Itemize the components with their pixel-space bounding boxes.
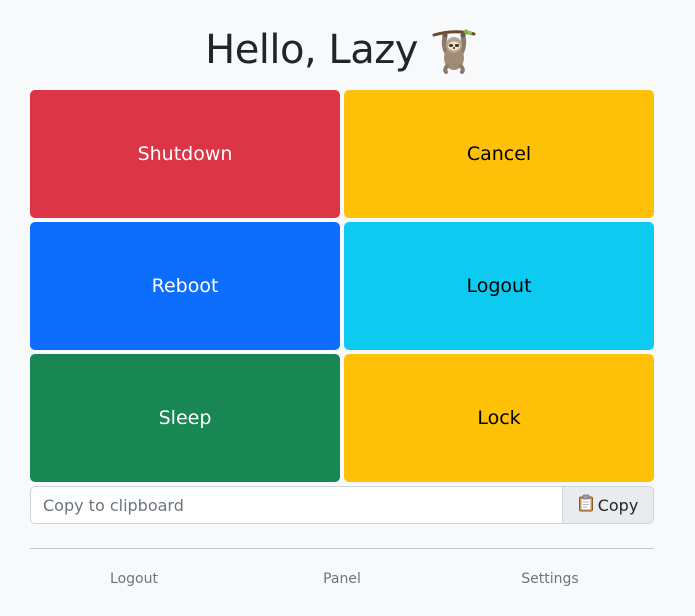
power-actions-grid: Shutdown Cancel Reboot Logout Sleep Lock — [30, 90, 654, 482]
sleep-button[interactable]: Sleep — [30, 354, 340, 482]
footer-nav: Logout Panel Settings — [30, 564, 654, 594]
reboot-button[interactable]: Reboot — [30, 222, 340, 350]
clipboard-group: Copy — [30, 486, 654, 524]
clipboard-icon — [578, 494, 594, 516]
cancel-button[interactable]: Cancel — [344, 90, 654, 218]
page-title: Hello, Lazy — [0, 22, 683, 78]
page-title-text: Hello, Lazy — [205, 27, 418, 73]
copy-button[interactable]: Copy — [562, 486, 654, 524]
footer-divider — [30, 548, 654, 549]
sloth-icon — [430, 26, 478, 74]
footer-link-logout[interactable]: Logout — [30, 564, 238, 594]
footer-link-panel[interactable]: Panel — [238, 564, 446, 594]
shutdown-button[interactable]: Shutdown — [30, 90, 340, 218]
copy-button-label: Copy — [597, 495, 639, 515]
lock-button[interactable]: Lock — [344, 354, 654, 482]
clipboard-input[interactable] — [30, 486, 562, 524]
logout-button[interactable]: Logout — [344, 222, 654, 350]
app-root: Hello, Lazy Shutdown Cancel Reboot Logou… — [0, 0, 695, 616]
footer-link-settings[interactable]: Settings — [446, 564, 654, 594]
